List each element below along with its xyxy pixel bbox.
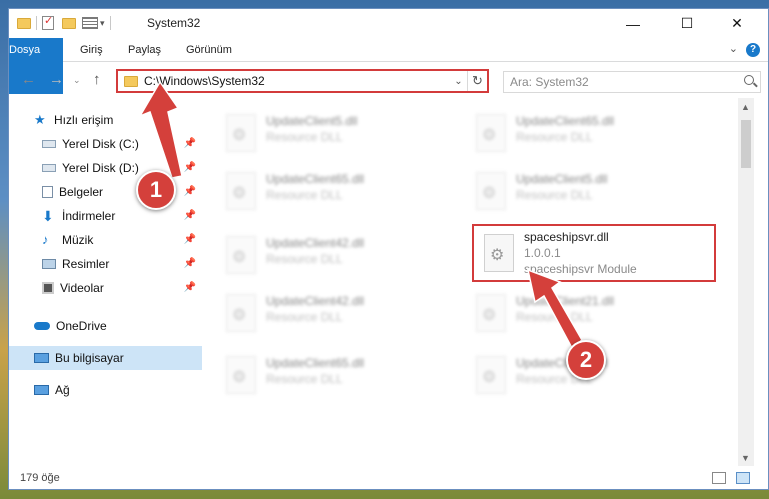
arrow-2-icon bbox=[526, 268, 583, 350]
step-1-badge: 1 bbox=[136, 170, 176, 210]
arrow-1-icon bbox=[138, 80, 183, 179]
annotation-arrows bbox=[138, 80, 583, 350]
step-2-badge: 2 bbox=[566, 340, 606, 380]
